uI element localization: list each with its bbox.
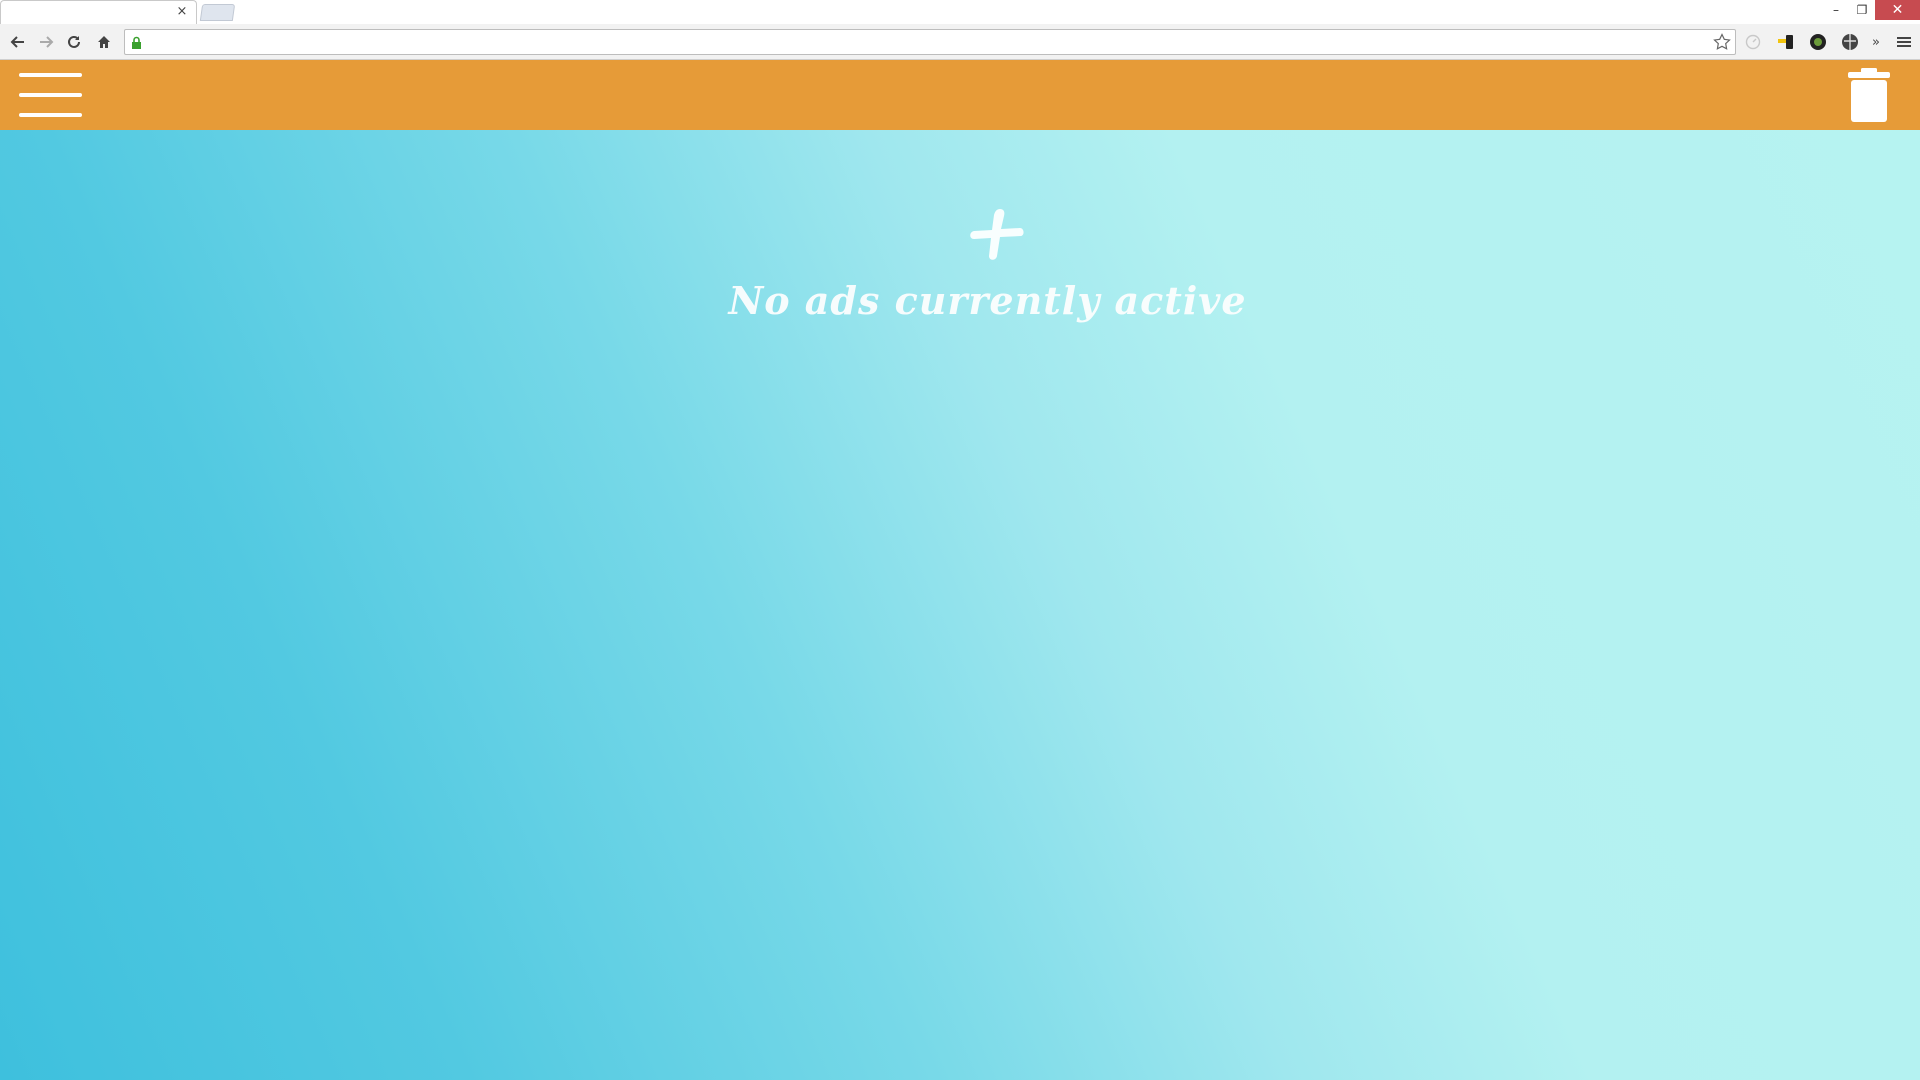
extension-clock-icon[interactable] bbox=[1744, 33, 1762, 51]
address-bar[interactable] bbox=[124, 29, 1736, 55]
home-icon[interactable] bbox=[94, 32, 114, 52]
plus-icon[interactable] bbox=[965, 203, 1029, 267]
extension-globe-icon[interactable] bbox=[1841, 33, 1859, 51]
trash-icon[interactable] bbox=[1847, 68, 1891, 124]
browser-toolbar: » bbox=[0, 24, 1920, 60]
star-icon[interactable] bbox=[1713, 33, 1731, 55]
app-header bbox=[0, 60, 1920, 130]
extension-key-icon[interactable] bbox=[1777, 33, 1795, 51]
extensions-overflow-button[interactable]: » bbox=[1867, 33, 1885, 51]
new-tab-button[interactable] bbox=[199, 4, 236, 21]
reload-icon[interactable] bbox=[64, 32, 84, 52]
back-icon[interactable] bbox=[8, 32, 28, 52]
lock-icon bbox=[131, 35, 142, 54]
restore-button[interactable]: ❐ bbox=[1849, 0, 1875, 20]
forward-icon[interactable] bbox=[36, 32, 56, 52]
close-window-button[interactable]: ✕ bbox=[1875, 0, 1920, 20]
hamburger-icon[interactable] bbox=[19, 72, 83, 118]
ads-panel: No ads currently active bbox=[0, 130, 1920, 1080]
empty-state-message: No ads currently active bbox=[728, 278, 1247, 323]
tab-close-icon[interactable]: × bbox=[175, 5, 189, 19]
extension-color-icon[interactable] bbox=[1809, 33, 1827, 51]
tab-strip: × – ❐ ✕ bbox=[0, 0, 1920, 24]
browser-tab[interactable]: × bbox=[0, 0, 197, 24]
minimize-button[interactable]: – bbox=[1823, 0, 1849, 20]
url-input[interactable] bbox=[149, 32, 1699, 52]
chrome-menu-icon[interactable] bbox=[1895, 33, 1913, 51]
window-controls: – ❐ ✕ bbox=[1823, 0, 1920, 20]
